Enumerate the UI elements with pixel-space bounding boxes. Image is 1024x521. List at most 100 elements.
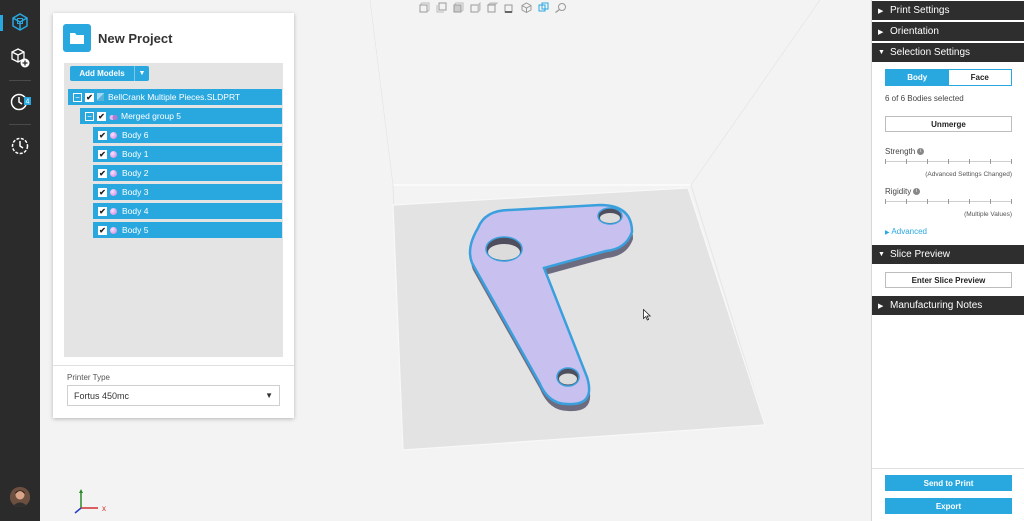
tree-root-label: BellCrank Multiple Pieces.SLDPRT [108,92,241,102]
checkbox-checked-icon[interactable]: ✔ [98,168,107,178]
axis-triad-icon: x [68,486,108,518]
chevron-right-icon: ▶ [878,7,884,15]
add-models-button[interactable]: Add Models ▼ [70,66,149,81]
chevron-right-icon: ▶ [885,230,890,236]
project-title: New Project [98,31,173,46]
checkbox-checked-icon[interactable]: ✔ [97,111,106,121]
recent-clock-icon[interactable] [8,134,32,158]
add-models-label: Add Models [79,69,125,78]
checkbox-checked-icon[interactable]: ✔ [98,225,107,235]
view-toolbar [418,0,567,15]
view-bottom-icon[interactable] [503,1,516,14]
slice-preview-header[interactable]: ▼ Slice Preview [872,245,1024,264]
body-sphere-icon [110,150,117,158]
add-models-dropdown-icon[interactable]: ▼ [134,66,149,81]
tree-body-row[interactable]: ✔ Body 6 [93,127,282,143]
body-sphere-icon [110,131,117,139]
tree-group-row[interactable]: − ✔ Merged group 5 [80,108,282,124]
tree-body-row[interactable]: ✔ Body 3 [93,184,282,200]
view-iso-icon[interactable] [520,1,533,14]
selection-status: 6 of 6 Bodies selected [885,94,964,103]
history-badge: 4 [26,99,30,106]
strength-slider[interactable] [885,158,1012,164]
tree-body-row[interactable]: ✔ Body 2 [93,165,282,181]
view-left-icon[interactable] [452,1,465,14]
rigidity-slider[interactable] [885,198,1012,204]
print-settings-label: Print Settings [890,5,950,16]
toggle-face-button[interactable]: Face [948,70,1011,85]
checkbox-checked-icon[interactable]: ✔ [98,206,107,216]
project-cube-icon[interactable] [8,10,32,34]
orientation-header[interactable]: ▶ Orientation [872,22,1024,41]
printer-type-value: Fortus 450mc [74,390,130,401]
tree-body-row[interactable]: ✔ Body 5 [93,222,282,238]
add-part-icon[interactable] [8,46,32,70]
mouse-cursor-icon [643,308,652,323]
rigidity-label-row: Rigidity i [885,187,921,196]
advanced-label: Advanced [891,227,927,236]
collapse-icon[interactable]: − [85,111,94,121]
view-back-icon[interactable] [435,1,448,14]
selection-settings-label: Selection Settings [890,47,971,58]
tree-body-label: Body 6 [122,130,149,140]
strength-label: Strength [885,147,916,156]
tree-body-row[interactable]: ✔ Body 1 [93,146,282,162]
body-sphere-icon [110,169,117,177]
project-panel: New Project Add Models ▼ − ✔ BellCrank M… [53,13,294,418]
rail-active-indicator [0,15,3,31]
chevron-down-icon: ▼ [878,251,885,258]
selection-settings-header[interactable]: ▼ Selection Settings [872,43,1024,62]
printer-type-select[interactable]: Fortus 450mc ▼ [67,385,280,406]
checkbox-checked-icon[interactable]: ✔ [98,187,107,197]
chevron-right-icon: ▶ [878,302,884,310]
history-clock-icon[interactable]: 4 [8,90,32,114]
zoom-search-icon[interactable] [554,1,567,14]
checkbox-checked-icon[interactable]: ✔ [85,92,94,102]
panel-divider [53,365,294,366]
checkbox-checked-icon[interactable]: ✔ [98,130,107,140]
print-settings-header[interactable]: ▶ Print Settings [872,1,1024,20]
view-fit-icon[interactable] [537,1,550,14]
tree-group-label: Merged group 5 [121,111,182,121]
part-file-icon [97,93,104,101]
orientation-label: Orientation [890,26,939,37]
info-icon[interactable]: i [917,148,925,156]
project-folder-icon [63,24,91,52]
info-icon[interactable]: i [913,188,921,196]
rail-divider [9,80,31,81]
manufacturing-notes-label: Manufacturing Notes [890,300,983,311]
strength-note: (Advanced Settings Changed) [925,171,1012,178]
user-avatar[interactable] [10,487,30,507]
view-right-icon[interactable] [469,1,482,14]
view-top-icon[interactable] [486,1,499,14]
slice-preview-label: Slice Preview [890,249,951,260]
axis-x-label: x [102,504,106,513]
body-face-toggle: Body Face [885,69,1012,86]
body-sphere-icon [110,188,117,196]
enter-slice-preview-button[interactable]: Enter Slice Preview [885,272,1012,288]
tree-body-label: Body 1 [122,149,149,159]
tree-body-row[interactable]: ✔ Body 4 [93,203,282,219]
export-button[interactable]: Export [885,498,1012,514]
panel-divider [872,468,1024,469]
collapse-icon[interactable]: − [73,92,82,102]
tree-body-label: Body 2 [122,168,149,178]
printer-type-label: Printer Type [67,373,110,382]
rigidity-note: (Multiple Values) [964,211,1012,218]
unmerge-button[interactable]: Unmerge [885,116,1012,132]
merged-group-icon [109,113,118,120]
tree-body-label: Body 5 [122,225,149,235]
tree-root-row[interactable]: − ✔ BellCrank Multiple Pieces.SLDPRT [68,89,282,105]
view-front-icon[interactable] [418,1,431,14]
strength-label-row: Strength i [885,147,925,156]
model-tree: Add Models ▼ − ✔ BellCrank Multiple Piec… [64,63,283,357]
manufacturing-notes-header[interactable]: ▶ Manufacturing Notes [872,296,1024,315]
advanced-link[interactable]: ▶ Advanced [885,227,927,236]
body-sphere-icon [110,207,117,215]
left-rail: 4 [0,0,40,521]
rail-divider [9,124,31,125]
checkbox-checked-icon[interactable]: ✔ [98,149,107,159]
body-sphere-icon [110,226,117,234]
send-to-print-button[interactable]: Send to Print [885,475,1012,491]
toggle-body-button[interactable]: Body [886,70,949,85]
